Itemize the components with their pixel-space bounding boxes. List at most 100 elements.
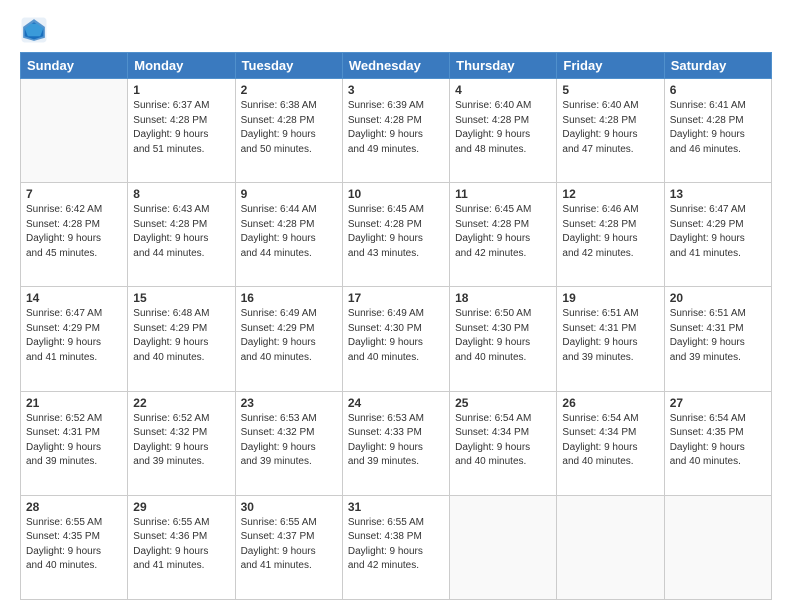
day-info: Sunrise: 6:38 AM Sunset: 4:28 PM Dayligh… [241, 99, 337, 157]
day-info: Sunrise: 6:37 AM Sunset: 4:28 PM Dayligh… [133, 99, 229, 157]
day-number: 23 [241, 396, 337, 410]
day-info: Sunrise: 6:47 AM Sunset: 4:29 PM Dayligh… [670, 203, 766, 261]
day-info: Sunrise: 6:55 AM Sunset: 4:36 PM Dayligh… [133, 516, 229, 574]
day-number: 24 [348, 396, 444, 410]
day-number: 5 [562, 83, 658, 97]
calendar-cell: 3 Sunrise: 6:39 AM Sunset: 4:28 PM Daylig… [342, 79, 449, 183]
day-info: Sunrise: 6:49 AM Sunset: 4:30 PM Dayligh… [348, 307, 444, 365]
calendar-cell: 7Sunrise: 6:42 AM Sunset: 4:28 PM Daylig… [21, 183, 128, 287]
calendar-cell: 12 Sunrise: 6:46 AM Sunset: 4:28 PM Dayli… [557, 183, 664, 287]
day-number: 29 [133, 500, 229, 514]
calendar-cell: 15 Sunrise: 6:48 AM Sunset: 4:29 PM Dayli… [128, 287, 235, 391]
calendar-cell: 21Sunrise: 6:52 AM Sunset: 4:31 PM Dayli… [21, 391, 128, 495]
day-info: Sunrise: 6:45 AM Sunset: 4:28 PM Dayligh… [348, 203, 444, 261]
day-number: 31 [348, 500, 444, 514]
calendar-table: SundayMondayTuesdayWednesdayThursdayFrid… [20, 52, 772, 600]
day-number: 14 [26, 291, 122, 305]
day-info: Sunrise: 6:53 AM Sunset: 4:33 PM Dayligh… [348, 412, 444, 470]
day-number: 26 [562, 396, 658, 410]
day-info: Sunrise: 6:45 AM Sunset: 4:28 PM Dayligh… [455, 203, 551, 261]
day-number: 10 [348, 187, 444, 201]
calendar-cell [557, 495, 664, 599]
calendar-cell: 11 Sunrise: 6:45 AM Sunset: 4:28 PM Dayli… [450, 183, 557, 287]
day-info: Sunrise: 6:51 AM Sunset: 4:31 PM Dayligh… [562, 307, 658, 365]
calendar-cell: 24 Sunrise: 6:53 AM Sunset: 4:33 PM Dayli… [342, 391, 449, 495]
calendar-header-thursday: Thursday [450, 53, 557, 79]
day-number: 15 [133, 291, 229, 305]
header [20, 16, 772, 44]
calendar-cell: 8 Sunrise: 6:43 AM Sunset: 4:28 PM Daylig… [128, 183, 235, 287]
day-info: Sunrise: 6:48 AM Sunset: 4:29 PM Dayligh… [133, 307, 229, 365]
day-info: Sunrise: 6:55 AM Sunset: 4:35 PM Dayligh… [26, 516, 122, 574]
calendar-week-row: 7Sunrise: 6:42 AM Sunset: 4:28 PM Daylig… [21, 183, 772, 287]
calendar-cell: 10 Sunrise: 6:45 AM Sunset: 4:28 PM Dayli… [342, 183, 449, 287]
calendar-header-monday: Monday [128, 53, 235, 79]
day-number: 25 [455, 396, 551, 410]
day-info: Sunrise: 6:40 AM Sunset: 4:28 PM Dayligh… [562, 99, 658, 157]
calendar-header-wednesday: Wednesday [342, 53, 449, 79]
logo [20, 16, 52, 44]
page: SundayMondayTuesdayWednesdayThursdayFrid… [0, 0, 792, 612]
day-info: Sunrise: 6:53 AM Sunset: 4:32 PM Dayligh… [241, 412, 337, 470]
calendar-cell: 26 Sunrise: 6:54 AM Sunset: 4:34 PM Dayli… [557, 391, 664, 495]
day-info: Sunrise: 6:54 AM Sunset: 4:34 PM Dayligh… [455, 412, 551, 470]
calendar-cell: 25 Sunrise: 6:54 AM Sunset: 4:34 PM Dayli… [450, 391, 557, 495]
day-number: 18 [455, 291, 551, 305]
day-info: Sunrise: 6:50 AM Sunset: 4:30 PM Dayligh… [455, 307, 551, 365]
day-info: Sunrise: 6:43 AM Sunset: 4:28 PM Dayligh… [133, 203, 229, 261]
calendar-cell: 17Sunrise: 6:49 AM Sunset: 4:30 PM Dayli… [342, 287, 449, 391]
day-info: Sunrise: 6:46 AM Sunset: 4:28 PM Dayligh… [562, 203, 658, 261]
calendar-week-row: 21Sunrise: 6:52 AM Sunset: 4:31 PM Dayli… [21, 391, 772, 495]
day-info: Sunrise: 6:51 AM Sunset: 4:31 PM Dayligh… [670, 307, 766, 365]
day-info: Sunrise: 6:49 AM Sunset: 4:29 PM Dayligh… [241, 307, 337, 365]
calendar-cell: 14 Sunrise: 6:47 AM Sunset: 4:29 PM Dayli… [21, 287, 128, 391]
calendar-week-row: 28 Sunrise: 6:55 AM Sunset: 4:35 PM Dayli… [21, 495, 772, 599]
calendar-cell: 6Sunrise: 6:41 AM Sunset: 4:28 PM Daylig… [664, 79, 771, 183]
day-number: 6 [670, 83, 766, 97]
calendar-header-friday: Friday [557, 53, 664, 79]
day-info: Sunrise: 6:47 AM Sunset: 4:29 PM Dayligh… [26, 307, 122, 365]
calendar-cell: 27Sunrise: 6:54 AM Sunset: 4:35 PM Dayli… [664, 391, 771, 495]
day-number: 2 [241, 83, 337, 97]
day-info: Sunrise: 6:52 AM Sunset: 4:31 PM Dayligh… [26, 412, 122, 470]
day-number: 22 [133, 396, 229, 410]
calendar-header-saturday: Saturday [664, 53, 771, 79]
calendar-week-row: 14 Sunrise: 6:47 AM Sunset: 4:29 PM Dayli… [21, 287, 772, 391]
day-info: Sunrise: 6:55 AM Sunset: 4:37 PM Dayligh… [241, 516, 337, 574]
day-number: 20 [670, 291, 766, 305]
calendar-cell: 13 Sunrise: 6:47 AM Sunset: 4:29 PM Dayli… [664, 183, 771, 287]
calendar-cell: 30Sunrise: 6:55 AM Sunset: 4:37 PM Dayli… [235, 495, 342, 599]
calendar-header-row: SundayMondayTuesdayWednesdayThursdayFrid… [21, 53, 772, 79]
day-number: 28 [26, 500, 122, 514]
day-info: Sunrise: 6:40 AM Sunset: 4:28 PM Dayligh… [455, 99, 551, 157]
day-number: 4 [455, 83, 551, 97]
calendar-cell: 22 Sunrise: 6:52 AM Sunset: 4:32 PM Dayli… [128, 391, 235, 495]
day-number: 19 [562, 291, 658, 305]
day-info: Sunrise: 6:54 AM Sunset: 4:34 PM Dayligh… [562, 412, 658, 470]
calendar-cell: 28 Sunrise: 6:55 AM Sunset: 4:35 PM Dayli… [21, 495, 128, 599]
day-info: Sunrise: 6:52 AM Sunset: 4:32 PM Dayligh… [133, 412, 229, 470]
day-number: 27 [670, 396, 766, 410]
calendar-cell: 5 Sunrise: 6:40 AM Sunset: 4:28 PM Daylig… [557, 79, 664, 183]
calendar-cell: 9 Sunrise: 6:44 AM Sunset: 4:28 PM Daylig… [235, 183, 342, 287]
day-number: 8 [133, 187, 229, 201]
calendar-week-row: 1 Sunrise: 6:37 AM Sunset: 4:28 PM Daylig… [21, 79, 772, 183]
calendar-cell: 2 Sunrise: 6:38 AM Sunset: 4:28 PM Daylig… [235, 79, 342, 183]
day-number: 3 [348, 83, 444, 97]
calendar-cell [664, 495, 771, 599]
day-number: 12 [562, 187, 658, 201]
day-info: Sunrise: 6:44 AM Sunset: 4:28 PM Dayligh… [241, 203, 337, 261]
day-number: 13 [670, 187, 766, 201]
calendar-cell: 20 Sunrise: 6:51 AM Sunset: 4:31 PM Dayli… [664, 287, 771, 391]
logo-icon [20, 16, 48, 44]
calendar-header-tuesday: Tuesday [235, 53, 342, 79]
calendar-cell: 23 Sunrise: 6:53 AM Sunset: 4:32 PM Dayli… [235, 391, 342, 495]
calendar-cell [21, 79, 128, 183]
day-number: 1 [133, 83, 229, 97]
day-number: 9 [241, 187, 337, 201]
calendar-cell: 19 Sunrise: 6:51 AM Sunset: 4:31 PM Dayli… [557, 287, 664, 391]
day-info: Sunrise: 6:39 AM Sunset: 4:28 PM Dayligh… [348, 99, 444, 157]
day-number: 11 [455, 187, 551, 201]
day-info: Sunrise: 6:42 AM Sunset: 4:28 PM Dayligh… [26, 203, 122, 261]
calendar-header-sunday: Sunday [21, 53, 128, 79]
